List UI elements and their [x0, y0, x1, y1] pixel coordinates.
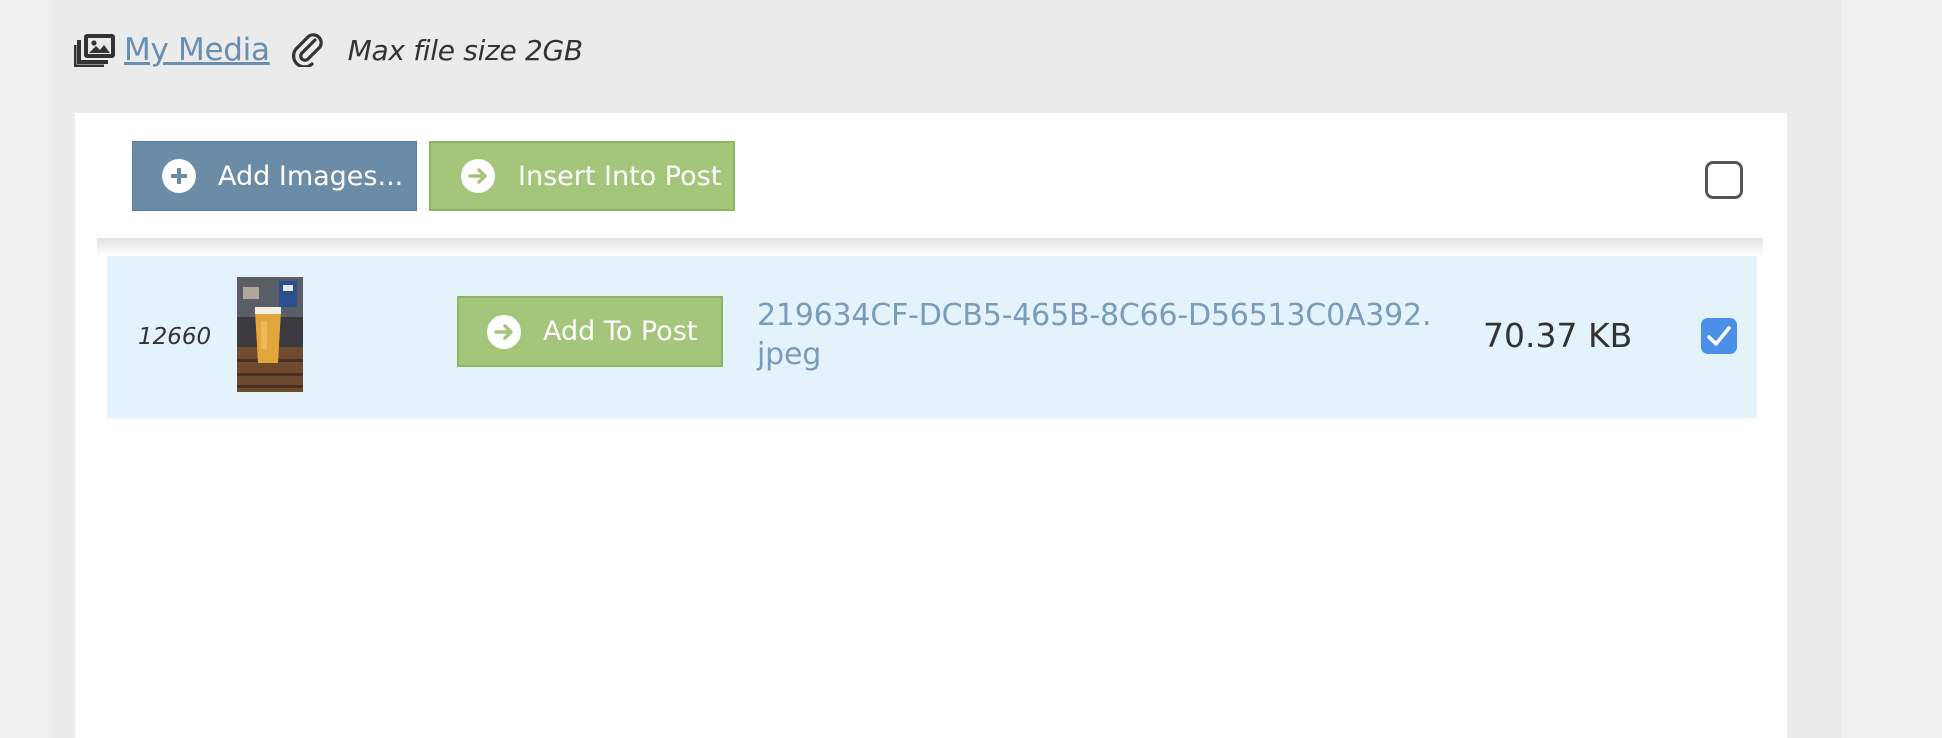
arrow-right-circle-icon	[461, 159, 495, 193]
max-file-size-label: Max file size 2GB	[347, 33, 583, 67]
add-images-label: Add Images...	[218, 160, 404, 192]
add-to-post-label: Add To Post	[543, 316, 698, 347]
insert-into-post-button[interactable]: Insert Into Post	[429, 141, 735, 211]
file-name-link[interactable]: 219634CF-DCB5-465B-8C66-D56513C0A392.jpe…	[757, 296, 1437, 374]
media-library-box: Add Images... Insert Into Post 12660 Add…	[75, 113, 1787, 738]
file-size: 70.37 KB	[1483, 316, 1633, 355]
plus-circle-icon	[162, 159, 196, 193]
select-all-checkbox[interactable]	[1705, 161, 1743, 199]
arrow-right-circle-icon	[487, 314, 521, 349]
photo-stack-icon	[74, 32, 116, 68]
toolbar-divider	[97, 238, 1763, 256]
add-images-button[interactable]: Add Images...	[132, 141, 417, 211]
file-row: 12660 Add To Post 219634CF-DCB5-465B-8C6…	[107, 256, 1757, 418]
media-header: My Media Max file size 2GB	[74, 28, 583, 72]
file-id: 12660	[138, 324, 212, 350]
media-toolbar: Add Images... Insert Into Post	[75, 113, 1787, 238]
checkmark-icon	[1707, 326, 1731, 346]
file-select-checkbox[interactable]	[1701, 318, 1737, 354]
add-to-post-button[interactable]: Add To Post	[457, 296, 723, 367]
insert-into-post-label: Insert Into Post	[518, 160, 722, 192]
paperclip-icon	[291, 32, 328, 68]
my-media-link[interactable]: My Media	[124, 32, 270, 68]
file-thumbnail[interactable]	[237, 277, 303, 392]
